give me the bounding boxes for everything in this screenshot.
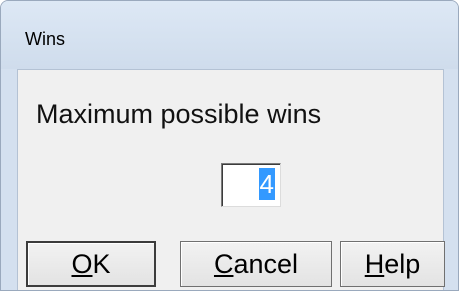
max-wins-input[interactable]: 4 — [221, 163, 281, 207]
dialog-content: Maximum possible wins 4 OK Cancel Help — [17, 69, 445, 290]
help-label: elp — [384, 249, 421, 279]
title-bar[interactable]: Wins — [1, 1, 458, 69]
ok-button[interactable]: OK — [26, 241, 156, 287]
cancel-label: ancel — [233, 249, 299, 279]
window-title: Wins — [25, 29, 65, 49]
ok-mnemonic: O — [71, 249, 93, 279]
ok-label: K — [92, 249, 111, 279]
max-wins-value: 4 — [258, 168, 275, 200]
help-mnemonic: H — [364, 249, 385, 279]
prompt-label: Maximum possible wins — [36, 99, 322, 129]
cancel-button[interactable]: Cancel — [180, 241, 332, 287]
wins-dialog: Wins Maximum possible wins 4 OK Cancel H… — [0, 0, 459, 291]
help-button[interactable]: Help — [340, 241, 445, 287]
cancel-mnemonic: C — [213, 249, 234, 279]
